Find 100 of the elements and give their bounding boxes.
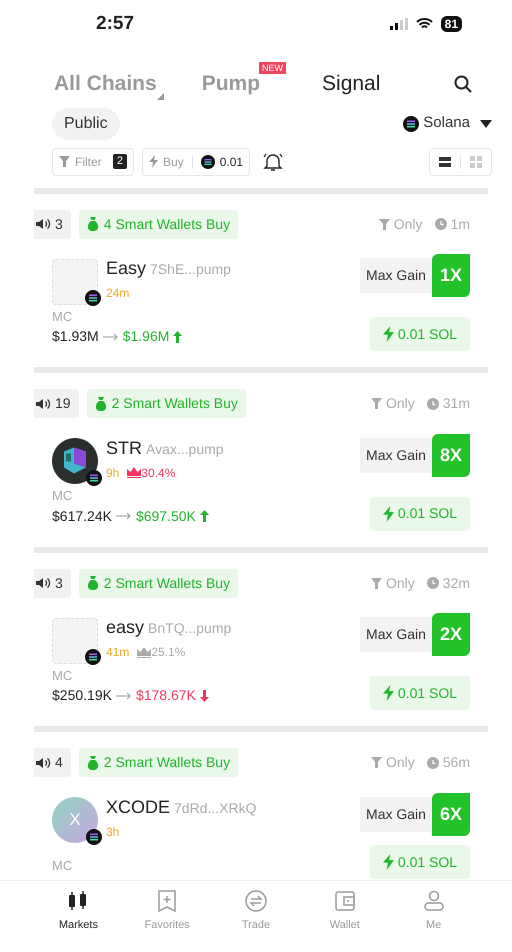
mc-start: $250.19K [52, 686, 112, 705]
signal-age: 31m [442, 394, 470, 413]
mc-current: $178.67K [136, 686, 196, 705]
token-name: easy [106, 616, 144, 639]
speaker-icon [36, 577, 52, 589]
caret-icon [156, 92, 164, 100]
smart-wallets-tag: 2 Smart Wallets Buy [86, 389, 246, 418]
chain-selector[interactable]: Solana [423, 112, 470, 135]
token-address: Avax...pump [146, 440, 224, 459]
mc-start: $1.93M [52, 327, 99, 346]
max-gain-label: Max Gain [360, 796, 432, 832]
filter-icon [370, 398, 382, 409]
nav-tab[interactable]: Markets [48, 889, 108, 952]
max-gain-label: Max Gain [360, 438, 432, 472]
max-gain-label: Max Gain [360, 258, 432, 293]
mc-label: MC [52, 666, 74, 684]
signal-age: 1m [450, 214, 470, 234]
money-bag-icon [86, 576, 99, 590]
avatar-letter: X [69, 809, 81, 832]
max-gain-value: 8X [432, 434, 470, 476]
filter-button[interactable]: Filter 2 [52, 148, 134, 176]
nav-tab[interactable]: Wallet [314, 889, 375, 952]
quick-buy-button[interactable]: Buy 0.01 [142, 148, 250, 176]
lightning-icon [382, 685, 394, 701]
right-arrow-icon [102, 332, 119, 340]
mc-start: $617.24K [52, 506, 112, 526]
token-address: 7dRd...XRkQ [174, 798, 256, 818]
battery-level: 81 [440, 16, 462, 32]
filter-label: Only [394, 214, 423, 234]
money-bag-icon [86, 217, 99, 231]
mc-current: $1.96M [122, 327, 170, 346]
cube-drawing [63, 447, 87, 474]
speaker-icon [36, 218, 52, 230]
nav-tab[interactable]: Me [404, 889, 464, 952]
tab[interactable]: Pump [202, 68, 260, 100]
max-gain-value: 2X [432, 613, 470, 656]
top-holders-share: 25.1% [137, 643, 186, 661]
mentions-count: 4 [34, 748, 71, 777]
up-arrow-icon [200, 510, 209, 522]
nav-tab[interactable]: Trade [226, 889, 286, 952]
up-arrow-icon [173, 330, 182, 342]
filter-label: Only [386, 394, 415, 413]
filter-icon [59, 156, 70, 167]
public-filter-chip[interactable]: Public [52, 108, 120, 140]
smart-wallets-tag: 2 Smart Wallets Buy [78, 568, 238, 598]
search-icon[interactable] [454, 74, 472, 93]
max-gain-label: Max Gain [360, 617, 432, 652]
token-age: 3h [106, 824, 120, 840]
max-gain-value: 1X [432, 254, 470, 297]
buy-button[interactable]: 0.01 SOL [370, 845, 470, 879]
speaker-icon [36, 756, 52, 768]
mc-current: $697.50K [136, 506, 196, 526]
filter-icon [370, 578, 382, 588]
crown-icon [127, 467, 142, 478]
money-bag-icon [94, 396, 107, 410]
token-name: Easy [106, 257, 146, 280]
filter-count: 2 [112, 154, 127, 169]
mentions-count: 3 [34, 568, 71, 598]
bell-icon[interactable] [262, 152, 284, 172]
lightning-icon [382, 854, 394, 870]
token-age: 41m [106, 644, 130, 661]
buy-button[interactable]: 0.01 SOL [370, 317, 470, 351]
lightning-icon [382, 506, 394, 522]
signal-age: 56m [442, 753, 470, 772]
smart-wallets-tag: 4 Smart Wallets Buy [78, 210, 238, 238]
speaker-icon [36, 398, 52, 410]
status-time: 2:57 [96, 12, 134, 36]
mc-label: MC [52, 856, 72, 874]
mentions-count: 3 [34, 210, 71, 238]
tab[interactable]: All Chains [54, 68, 164, 100]
solana-icon [403, 116, 420, 132]
buy-button[interactable]: 0.01 SOL [370, 676, 470, 710]
person-icon [422, 889, 446, 913]
solana-icon [85, 290, 101, 306]
money-bag-icon [86, 756, 99, 770]
clock-icon [426, 756, 439, 768]
solana-icon [85, 648, 101, 664]
lightning-icon [149, 155, 158, 168]
token-age: 9h [106, 464, 120, 482]
down-arrow-icon [200, 690, 209, 702]
lightning-icon [382, 326, 394, 342]
filter-icon [370, 757, 382, 768]
token-name: XCODE [106, 796, 170, 818]
nav-tab[interactable]: Favorites [137, 889, 198, 952]
tab[interactable]: Signal [322, 68, 380, 100]
solana-icon [86, 829, 102, 845]
right-arrow-icon [116, 692, 132, 700]
wifi-icon [416, 18, 433, 30]
token-address: 7ShE...pump [150, 260, 231, 279]
mentions-count: 19 [34, 389, 79, 418]
signal-icon [390, 18, 408, 30]
mc-label: MC [52, 487, 74, 505]
dropdown-caret-icon[interactable] [480, 120, 492, 128]
new-badge: NEW [259, 62, 286, 74]
crown-icon [137, 646, 152, 658]
solana-icon [200, 154, 215, 168]
token-address: BnTQ...pump [148, 619, 232, 638]
buy-button[interactable]: 0.01 SOL [370, 496, 470, 530]
solana-icon [86, 470, 102, 486]
signal-age: 32m [442, 574, 470, 592]
